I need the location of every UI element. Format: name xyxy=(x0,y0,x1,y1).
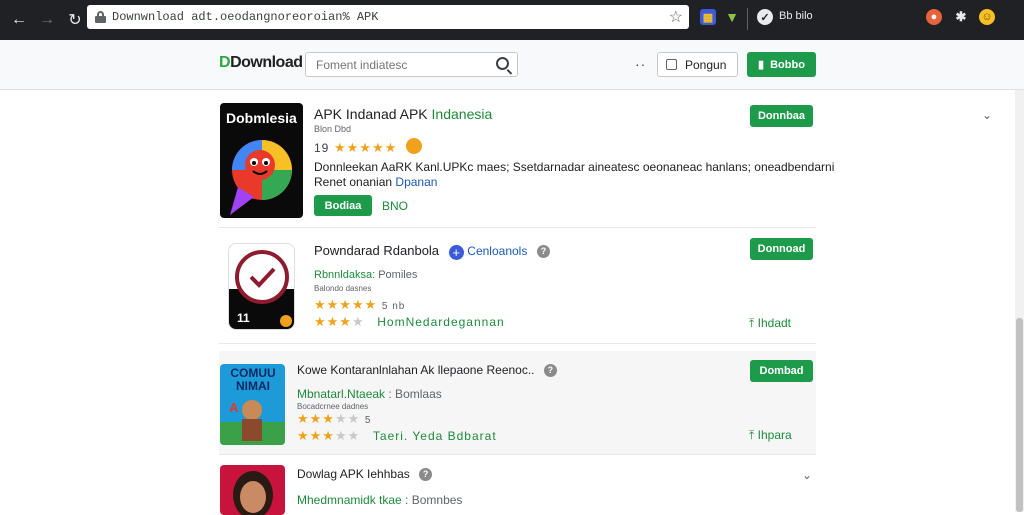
extension-download-icon[interactable]: ▼ xyxy=(724,9,740,25)
search-input[interactable] xyxy=(306,53,486,76)
map-pin-app-icon xyxy=(230,140,292,215)
download-small-icon: ▮ xyxy=(758,59,765,71)
signin-button[interactable]: Pongun xyxy=(657,52,738,77)
puzzle-extensions-icon[interactable]: ✱ xyxy=(953,9,969,25)
back-icon[interactable]: ← xyxy=(6,7,32,33)
app-side-note: HomNedardegannan xyxy=(377,315,505,329)
install-link[interactable]: ⤒ Ihdadt xyxy=(749,316,791,331)
app-side-note: Taeri. Yeda Bdbarat xyxy=(372,429,497,443)
info-icon[interactable]: ? xyxy=(419,468,433,481)
app-description: Donnleekan AaRK Kanl.UPKc maes; Ssetdarn… xyxy=(314,160,835,189)
site-logo[interactable]: DDownload xyxy=(219,54,303,72)
category-tag[interactable]: Cenloanols xyxy=(467,244,527,258)
description-link[interactable]: Dpanan xyxy=(395,175,437,189)
login-icon xyxy=(666,59,677,70)
svg-text:A: A xyxy=(229,400,239,415)
chevron-down-icon[interactable]: ⌄ xyxy=(982,108,992,122)
app-subtitle: Rbnnldaksa: Pomiles xyxy=(314,269,418,281)
thumbnail-badge: 11 xyxy=(237,311,250,325)
app-subtitle: Mbnatarl.Ntaeak : Bomlaas xyxy=(297,387,442,401)
app-subtitle: Blon Dbd xyxy=(314,124,352,134)
install-arrow-icon: ⤒ xyxy=(749,428,755,442)
signin-label: Pongun xyxy=(685,57,727,72)
app-subtitle: Mhedmnamidk tkae : Bomnbes xyxy=(297,493,463,507)
scrollbar-thumb[interactable] xyxy=(1016,318,1023,512)
app-thumbnail[interactable]: 11 xyxy=(228,243,295,330)
app-thumbnail[interactable]: Dobmlesia xyxy=(220,103,303,218)
profile-photo-icon xyxy=(233,471,273,515)
rating-stars: ★★★★★ 5 xyxy=(297,411,372,426)
rating-stars: ★★★★★ 5 nb xyxy=(314,297,406,312)
forward-icon[interactable]: → xyxy=(34,7,60,33)
app-title[interactable]: Kowe Kontaranlnlahan Ak llepaone Reenoc.… xyxy=(297,363,557,377)
lock-icon xyxy=(95,11,106,23)
install-link[interactable]: ⤒ Ihpara xyxy=(749,428,792,443)
app-meta: Bocadcrnee dadnes xyxy=(297,402,369,411)
address-bar[interactable]: Downwnload adt.oeodangnoreoroian% APK ☆ xyxy=(87,5,689,29)
header-download-label: Bobbo xyxy=(770,58,805,71)
download-button[interactable]: Donnoad xyxy=(750,238,813,260)
rating-stars: ★★★★★ Taeri. Yeda Bdbarat xyxy=(297,428,497,443)
app-thumbnail[interactable] xyxy=(220,465,285,515)
bookmark-star-icon[interactable]: ☆ xyxy=(669,7,683,27)
extension-puzzle-icon[interactable]: ▦ xyxy=(700,9,716,25)
info-icon[interactable]: ? xyxy=(543,364,557,377)
app-title[interactable]: Dowlag APK Iehhbas ? xyxy=(297,467,433,481)
app-title[interactable]: Powndarad Rdanbola + Cenloanols ? xyxy=(314,243,550,260)
app-primary-button[interactable]: Bodiaa xyxy=(314,195,372,216)
address-bar-url[interactable]: Downwnload adt.oeodangnoreoroian% APK xyxy=(112,10,378,24)
user-avatar-icon[interactable]: ☺ xyxy=(979,9,995,25)
plus-circle-icon[interactable]: + xyxy=(448,245,464,260)
chevron-down-icon[interactable]: ⌄ xyxy=(802,468,812,482)
emoji-badge-icon xyxy=(405,138,422,154)
rating-stars: 19 ★★★★★ xyxy=(314,138,422,156)
profile-avatar-icon[interactable]: ● xyxy=(926,9,942,25)
download-button[interactable]: Dombad xyxy=(750,360,813,382)
app-meta: Balondo dasnes xyxy=(314,284,372,293)
toolbar-divider xyxy=(747,8,748,30)
download-button[interactable]: Donnbaa xyxy=(750,105,813,127)
search-icon[interactable] xyxy=(496,57,509,70)
header-download-button[interactable]: ▮ Bobbo xyxy=(747,52,816,77)
extension-label: Bb bilo xyxy=(779,10,813,22)
app-thumbnail[interactable]: COMUU NIMAI A xyxy=(220,364,285,445)
app-secondary-link[interactable]: BNO xyxy=(382,199,408,213)
search-box[interactable] xyxy=(305,52,518,77)
info-icon[interactable]: ? xyxy=(536,245,550,258)
scrollbar[interactable] xyxy=(1015,90,1024,512)
rating-stars: ★★★★ HomNedardegannan xyxy=(314,314,505,329)
shield-icon[interactable]: ✓ xyxy=(757,9,773,25)
poster-art-icon: A xyxy=(220,400,285,445)
install-arrow-icon: ⤒ xyxy=(749,316,755,330)
app-title[interactable]: APK Indanad APK Indanesia xyxy=(314,106,492,122)
more-menu-icon[interactable]: ·· xyxy=(635,56,646,72)
reload-icon[interactable]: ↻ xyxy=(62,7,88,33)
